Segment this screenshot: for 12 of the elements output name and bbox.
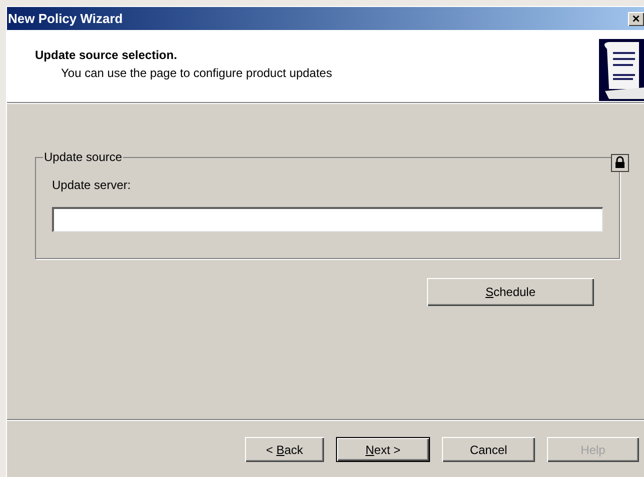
close-button[interactable]: × xyxy=(628,12,644,26)
update-server-field[interactable] xyxy=(52,207,603,232)
group-title: Update source xyxy=(43,149,124,166)
cancel-button[interactable]: Cancel xyxy=(442,437,535,462)
next-button[interactable]: Next > xyxy=(336,437,430,462)
page-title: Update source selection. xyxy=(35,47,178,64)
field-label: Update server: xyxy=(52,177,132,194)
lock-icon[interactable] xyxy=(611,154,629,172)
window-title: New Policy Wizard xyxy=(8,10,123,28)
schedule-button[interactable]: Schedule xyxy=(427,278,594,306)
page-subtitle: You can use the page to configure product updates xyxy=(60,65,332,82)
back-button[interactable]: < Back xyxy=(245,437,324,462)
